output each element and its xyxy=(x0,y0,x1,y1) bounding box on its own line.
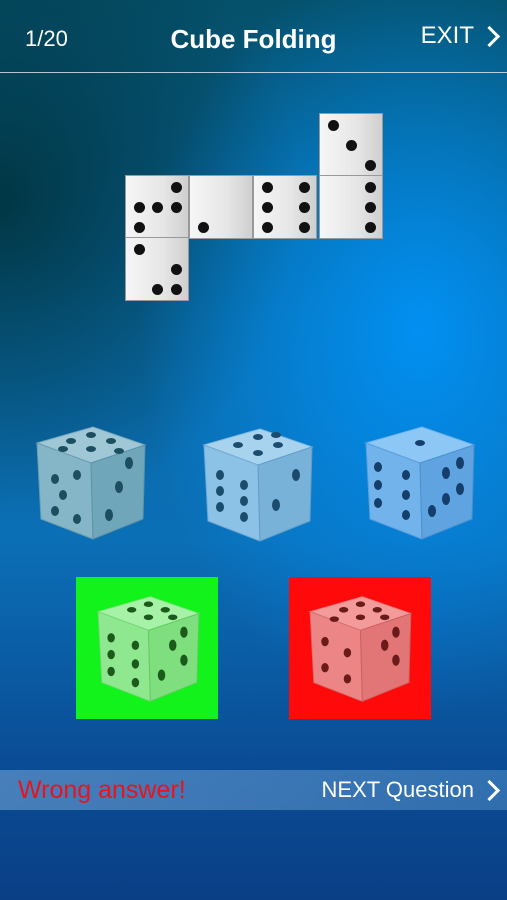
result-message: Wrong answer! xyxy=(18,776,186,804)
option-die-2[interactable] xyxy=(200,425,315,545)
net-face-1 xyxy=(189,175,253,239)
next-question-label: NEXT Question xyxy=(321,777,474,802)
net-face-5 xyxy=(125,175,189,239)
next-question-button[interactable]: NEXT Question xyxy=(321,777,501,803)
option-die-1[interactable] xyxy=(33,423,148,543)
net-face-3-bottom xyxy=(125,237,189,301)
option-die-5[interactable] xyxy=(304,593,416,705)
option-die-3[interactable] xyxy=(362,423,477,543)
net-face-4 xyxy=(319,175,383,239)
chevron-right-icon xyxy=(478,25,501,47)
header-bar: 1/20 Cube Folding EXIT xyxy=(0,0,507,73)
exit-button[interactable]: EXIT xyxy=(420,22,501,50)
exit-label: EXIT xyxy=(420,22,474,49)
option-die-4[interactable] xyxy=(92,593,204,705)
net-face-3-top xyxy=(319,113,383,177)
net-face-6 xyxy=(253,175,317,239)
chevron-right-icon xyxy=(478,779,501,801)
